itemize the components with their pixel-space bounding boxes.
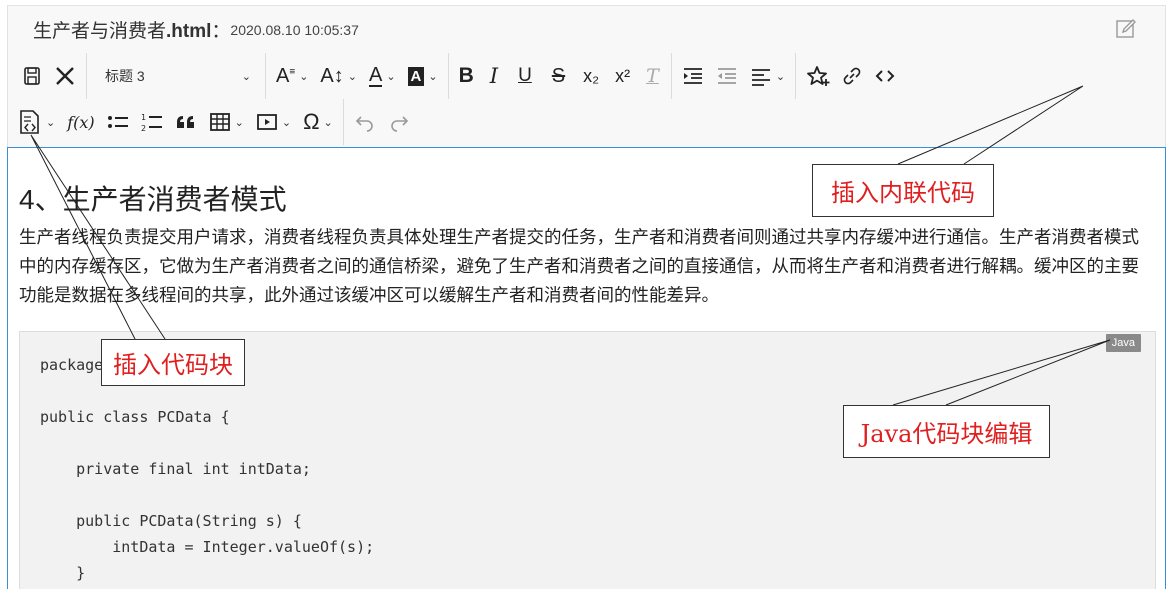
special-char-button[interactable]: Ω ⌄ [297, 105, 339, 139]
formula-button[interactable]: f(x) [61, 105, 100, 139]
toolbar-divider [265, 53, 266, 99]
formula-icon: f(x) [67, 112, 95, 132]
chevron-down-icon: ⌄ [234, 116, 244, 129]
numbered-list-button[interactable]: 12 [135, 105, 169, 139]
content-heading: 4、生产者消费者模式 [19, 184, 287, 215]
annotation-code-block: 插入代码块 [101, 339, 245, 386]
undo-icon [355, 116, 373, 132]
document-timestamp: 2020.08.10 10:05:37 [230, 21, 359, 38]
toolbar-row-1: 标题 3 ⌄ A≡ ⌄ A↕ ⌄ A ⌄ A ⌄ B I U S x₂ x² T ⌄ [8, 53, 902, 99]
background-color-button[interactable]: A ⌄ [402, 59, 444, 93]
toolbar-divider [795, 53, 797, 99]
font-size-icon: A↕ [320, 64, 344, 87]
chevron-down-icon: ⌄ [386, 70, 396, 83]
chevron-down-icon: ⌄ [241, 70, 251, 83]
indent-button[interactable] [676, 59, 710, 93]
toolbar-divider [86, 53, 87, 99]
code-language-badge[interactable]: Java [1105, 334, 1141, 352]
redo-button[interactable] [382, 105, 416, 139]
link-icon [843, 67, 861, 85]
redo-icon [391, 116, 408, 132]
subscript-button[interactable]: x₂ [575, 59, 607, 93]
superscript-button[interactable]: x² [607, 59, 638, 93]
bold-button[interactable]: B [453, 59, 480, 93]
clear-format-button[interactable]: T [638, 59, 667, 93]
editor-toolbar: 标题 3 ⌄ A≡ ⌄ A↕ ⌄ A ⌄ A ⌄ B I U S x₂ x² T ⌄ [7, 53, 1166, 149]
toolbar-divider [447, 53, 449, 99]
italic-button[interactable]: I [480, 59, 508, 93]
code-block-button[interactable]: ⌄ [12, 105, 61, 139]
chevron-down-icon: ⌄ [428, 70, 438, 83]
indent-icon [683, 68, 702, 84]
edit-icon[interactable] [1115, 18, 1137, 40]
numbered-list-icon: 12 [141, 113, 162, 133]
bullet-list-icon [107, 116, 128, 128]
annotation-java-block: Java代码块编辑 [843, 405, 1050, 458]
bullet-list-button[interactable] [101, 105, 135, 139]
undo-button[interactable] [348, 105, 382, 139]
chevron-down-icon: ⌄ [46, 116, 56, 129]
inline-code-button[interactable] [868, 59, 902, 93]
close-button[interactable] [48, 59, 82, 93]
close-icon [56, 67, 74, 85]
font-family-button[interactable]: A≡ ⌄ [270, 59, 314, 93]
outdent-button[interactable] [710, 59, 744, 93]
text-color-button[interactable]: A ⌄ [363, 59, 402, 93]
title-separator: ： [211, 21, 231, 42]
align-icon [751, 69, 770, 86]
document-extension: .html [166, 21, 212, 42]
toolbar-divider [670, 53, 672, 99]
font-size-button[interactable]: A↕ ⌄ [314, 59, 363, 93]
chevron-down-icon: ⌄ [281, 116, 292, 129]
underline-button[interactable]: U [508, 59, 542, 93]
inline-code-icon [875, 70, 895, 82]
special-char-icon: Ω [303, 109, 320, 134]
media-icon [256, 114, 277, 130]
table-icon [209, 113, 230, 131]
background-color-icon: A [407, 66, 425, 86]
save-button[interactable] [16, 59, 48, 93]
svg-text:2: 2 [141, 124, 146, 133]
toolbar-divider [342, 99, 344, 145]
chevron-down-icon: ⌄ [347, 70, 357, 83]
font-family-icon: A≡ [276, 64, 296, 87]
outdent-icon [717, 68, 736, 84]
favorite-button[interactable] [800, 59, 836, 93]
media-button[interactable]: ⌄ [250, 105, 297, 139]
code-line: } [40, 564, 86, 582]
quote-button[interactable] [169, 105, 203, 139]
content-paragraph: 生产者线程负责提交用户请求，消费者线程负责具体处理生产者提交的任务，生产者和消费… [19, 227, 1139, 305]
code-line: intData = Integer.valueOf(s); [40, 538, 375, 556]
svg-text:1: 1 [141, 113, 146, 122]
strikethrough-button[interactable]: S [542, 59, 575, 93]
code-block-icon [20, 110, 39, 134]
chevron-down-icon: ⌄ [323, 116, 333, 129]
annotation-inline-code: 插入内联代码 [812, 164, 994, 217]
table-button[interactable]: ⌄ [203, 105, 250, 139]
save-icon [24, 67, 40, 85]
heading-format-select[interactable]: 标题 3 ⌄ [91, 59, 261, 93]
link-button[interactable] [836, 59, 868, 93]
star-icon [807, 66, 830, 86]
align-button[interactable]: ⌄ [744, 59, 791, 93]
chevron-down-icon: ⌄ [299, 70, 309, 83]
editor-header: 生产者与消费者.html： 2020.08.10 10:05:37 [7, 5, 1166, 53]
toolbar-row-2: ⌄ f(x) 12 ⌄ ⌄ Ω ⌄ [8, 99, 416, 145]
heading-format-value: 标题 3 [105, 68, 145, 84]
quote-icon [176, 116, 194, 128]
chevron-down-icon: ⌄ [775, 70, 786, 83]
code-line: private final int intData; [40, 460, 311, 478]
code-line: public PCData(String s) { [40, 512, 302, 530]
text-color-icon: A [368, 64, 383, 87]
document-title-name: 生产者与消费者 [33, 21, 167, 42]
code-line: public class PCData { [40, 408, 230, 426]
document-title: 生产者与消费者.html： [33, 16, 230, 43]
